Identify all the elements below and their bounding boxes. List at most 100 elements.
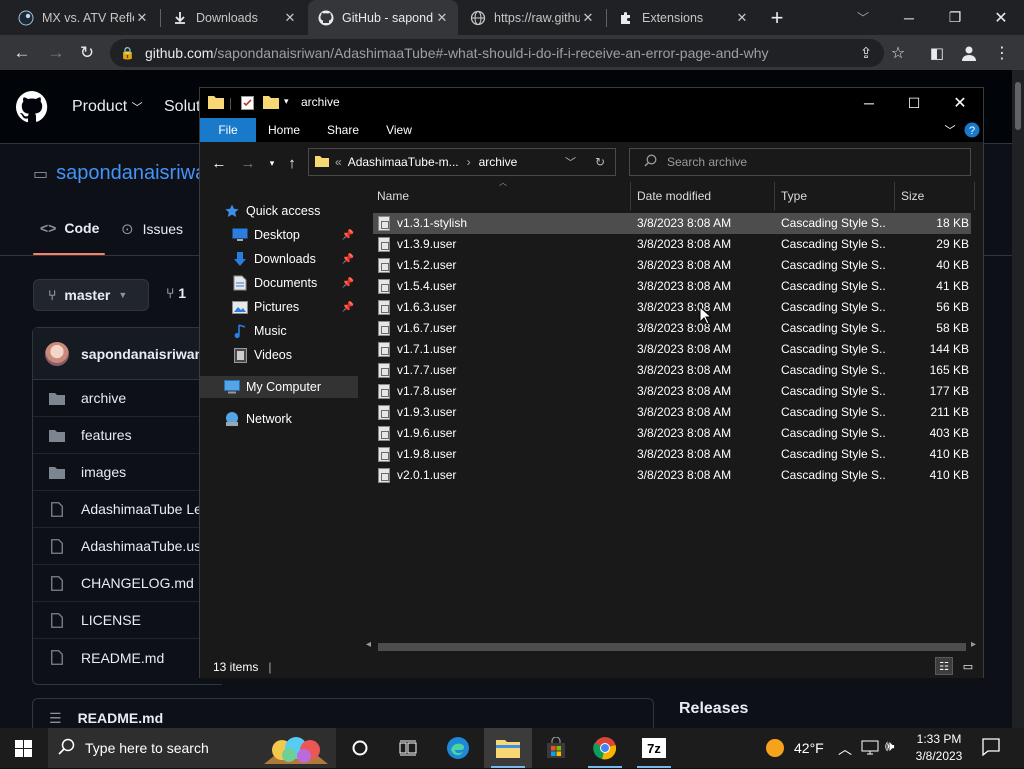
address-history-chevron-icon[interactable]: ﹀: [565, 154, 576, 170]
properties-icon[interactable]: [241, 95, 255, 113]
search-input[interactable]: Search archive: [629, 148, 971, 176]
page-scrollbar[interactable]: [1012, 70, 1024, 732]
close-icon[interactable]: ✕: [580, 10, 596, 26]
column-header-size[interactable]: Size: [895, 182, 975, 210]
file-row-license[interactable]: LICENSE: [33, 602, 223, 639]
nav-documents[interactable]: Documents 📌: [200, 272, 358, 294]
customize-toolbar-chevron-icon[interactable]: ▾: [284, 96, 289, 107]
file-row[interactable]: v1.3.1-stylish 3/8/2023 8:08 AM Cascading …: [373, 213, 971, 234]
system-clock[interactable]: 1:33 PM 3/8/2023: [914, 731, 964, 765]
file-row[interactable]: v1.5.4.user 3/8/2023 8:08 AM Cascading Sty…: [373, 276, 971, 297]
branch-select-button[interactable]: ⑂ master ▼: [33, 279, 149, 311]
new-tab-button[interactable]: +: [754, 0, 800, 35]
breadcrumb-overflow[interactable]: «: [335, 155, 342, 169]
scrollbar-thumb[interactable]: [378, 643, 966, 651]
share-icon[interactable]: ⇪: [852, 39, 880, 67]
file-row[interactable]: v1.9.3.user 3/8/2023 8:08 AM Cascading Sty…: [373, 402, 971, 423]
file-name[interactable]: v1.6.3.user: [397, 300, 627, 314]
file-row-adashimaatube-user[interactable]: AdashimaaTube.us: [33, 528, 223, 565]
nav-pictures[interactable]: Pictures 📌: [200, 296, 358, 318]
repo-owner-link[interactable]: sapondanaisriwa: [56, 162, 206, 185]
expand-ribbon-chevron-icon[interactable]: ﹀: [940, 118, 960, 142]
file-name[interactable]: images: [81, 464, 126, 480]
breadcrumb-parent[interactable]: AdashimaaTube-m...: [348, 155, 459, 169]
file-name[interactable]: v1.6.7.user: [397, 321, 627, 335]
menu-kebab-icon[interactable]: ⋮: [988, 39, 1016, 67]
scroll-left-icon[interactable]: ◂: [366, 639, 371, 650]
column-header-name[interactable]: Name: [371, 182, 631, 210]
edge-browser-icon[interactable]: [435, 728, 481, 768]
file-name[interactable]: v1.3.9.user: [397, 237, 627, 251]
help-icon[interactable]: ?: [963, 118, 981, 142]
column-header-date-modified[interactable]: Date modified: [631, 182, 775, 210]
forward-arrow-icon[interactable]: →: [237, 152, 259, 174]
weather-temperature[interactable]: 42°F: [794, 740, 824, 756]
explorer-address-bar[interactable]: « AdashimaaTube-m... › archive ﹀ ↻: [308, 148, 616, 176]
taskbar-search-box[interactable]: Type here to search: [48, 728, 336, 768]
refresh-icon[interactable]: ↻: [595, 155, 605, 169]
file-row[interactable]: v1.6.7.user 3/8/2023 8:08 AM Cascading Sty…: [373, 318, 971, 339]
file-row[interactable]: v2.0.1.user 3/8/2023 8:08 AM Cascading Sty…: [373, 465, 971, 486]
browser-tab-mx-vs-atv[interactable]: MX vs. ATV Reflex ✕: [8, 0, 158, 35]
back-arrow-icon[interactable]: ←: [208, 152, 230, 174]
commit-author[interactable]: sapondanaisriwan: [81, 346, 203, 362]
file-name[interactable]: README.md: [81, 650, 164, 666]
forward-arrow-icon[interactable]: →: [42, 39, 70, 67]
profile-icon[interactable]: [955, 39, 983, 67]
nav-music[interactable]: Music: [200, 320, 358, 342]
file-name[interactable]: v1.5.2.user: [397, 258, 627, 272]
task-view-icon[interactable]: [385, 728, 431, 768]
file-name[interactable]: v1.9.6.user: [397, 426, 627, 440]
tab-issues[interactable]: ⊙ Issues: [121, 220, 183, 238]
close-icon[interactable]: ✕: [134, 10, 150, 26]
pin-icon[interactable]: 📌: [342, 230, 354, 241]
pin-icon[interactable]: 📌: [342, 302, 354, 313]
file-name[interactable]: v1.9.8.user: [397, 447, 627, 461]
scroll-right-icon[interactable]: ▸: [971, 639, 976, 650]
horizontal-scrollbar[interactable]: ◂ ▸: [363, 638, 983, 655]
reload-icon[interactable]: ↻: [73, 39, 101, 67]
browser-tab-raw-githubusercontent[interactable]: https://raw.githu ✕: [460, 0, 604, 35]
explorer-title-bar[interactable]: ▾ archive ─ ☐ ✕: [200, 88, 983, 118]
maximize-button[interactable]: ☐: [891, 88, 937, 118]
file-name[interactable]: v1.9.3.user: [397, 405, 627, 419]
restore-button[interactable]: ❐: [932, 0, 978, 35]
breadcrumb-current[interactable]: archive: [479, 155, 518, 169]
file-row[interactable]: v1.9.6.user 3/8/2023 8:08 AM Cascading Sty…: [373, 423, 971, 444]
close-window-button[interactable]: ✕: [978, 0, 1024, 35]
file-row[interactable]: v1.7.1.user 3/8/2023 8:08 AM Cascading Sty…: [373, 339, 971, 360]
nav-desktop[interactable]: Desktop 📌: [200, 224, 358, 246]
close-icon[interactable]: ✕: [434, 10, 450, 26]
bookmark-star-icon[interactable]: ☆: [884, 39, 912, 67]
details-view-icon[interactable]: ☷: [935, 657, 953, 675]
file-row-archive[interactable]: archive: [33, 380, 223, 417]
tab-home[interactable]: Home: [260, 118, 308, 142]
file-name[interactable]: features: [81, 427, 132, 443]
close-icon[interactable]: ✕: [282, 10, 298, 26]
volume-speaker-icon[interactable]: 🕪: [885, 738, 894, 755]
column-header-type[interactable]: Type: [775, 182, 895, 210]
browser-tab-downloads[interactable]: Downloads ✕: [162, 0, 306, 35]
tab-file[interactable]: File: [200, 118, 256, 142]
browser-tab-github[interactable]: GitHub - sapond ✕: [308, 0, 458, 35]
pin-icon[interactable]: 📌: [342, 254, 354, 265]
chrome-taskbar-icon[interactable]: [582, 728, 628, 768]
file-row[interactable]: v1.9.8.user 3/8/2023 8:08 AM Cascading Sty…: [373, 444, 971, 465]
tab-search-chevron-icon[interactable]: ﹀: [840, 0, 886, 35]
repo-title[interactable]: ▭ sapondanaisriwa: [33, 162, 206, 185]
file-name[interactable]: v1.7.7.user: [397, 363, 627, 377]
file-name[interactable]: v1.7.1.user: [397, 342, 627, 356]
file-row-adashimaatube-legacy[interactable]: AdashimaaTube Le: [33, 491, 223, 528]
tab-share[interactable]: Share: [318, 118, 368, 142]
file-name[interactable]: v1.7.8.user: [397, 384, 627, 398]
address-bar[interactable]: 🔒 github.com/sapondanaisriwan/AdashimaaT…: [110, 39, 884, 67]
breadcrumb-separator-icon[interactable]: ›: [467, 155, 471, 169]
nav-product[interactable]: Product ﹀: [72, 98, 143, 116]
new-folder-icon[interactable]: [263, 95, 279, 112]
up-arrow-icon[interactable]: ↑: [281, 152, 303, 174]
nav-solutions[interactable]: Solut: [164, 98, 200, 116]
close-window-button[interactable]: ✕: [937, 88, 983, 118]
file-row-readme[interactable]: README.md: [33, 639, 223, 676]
tab-code[interactable]: <> Code: [40, 220, 99, 236]
releases-heading[interactable]: Releases: [679, 700, 748, 718]
